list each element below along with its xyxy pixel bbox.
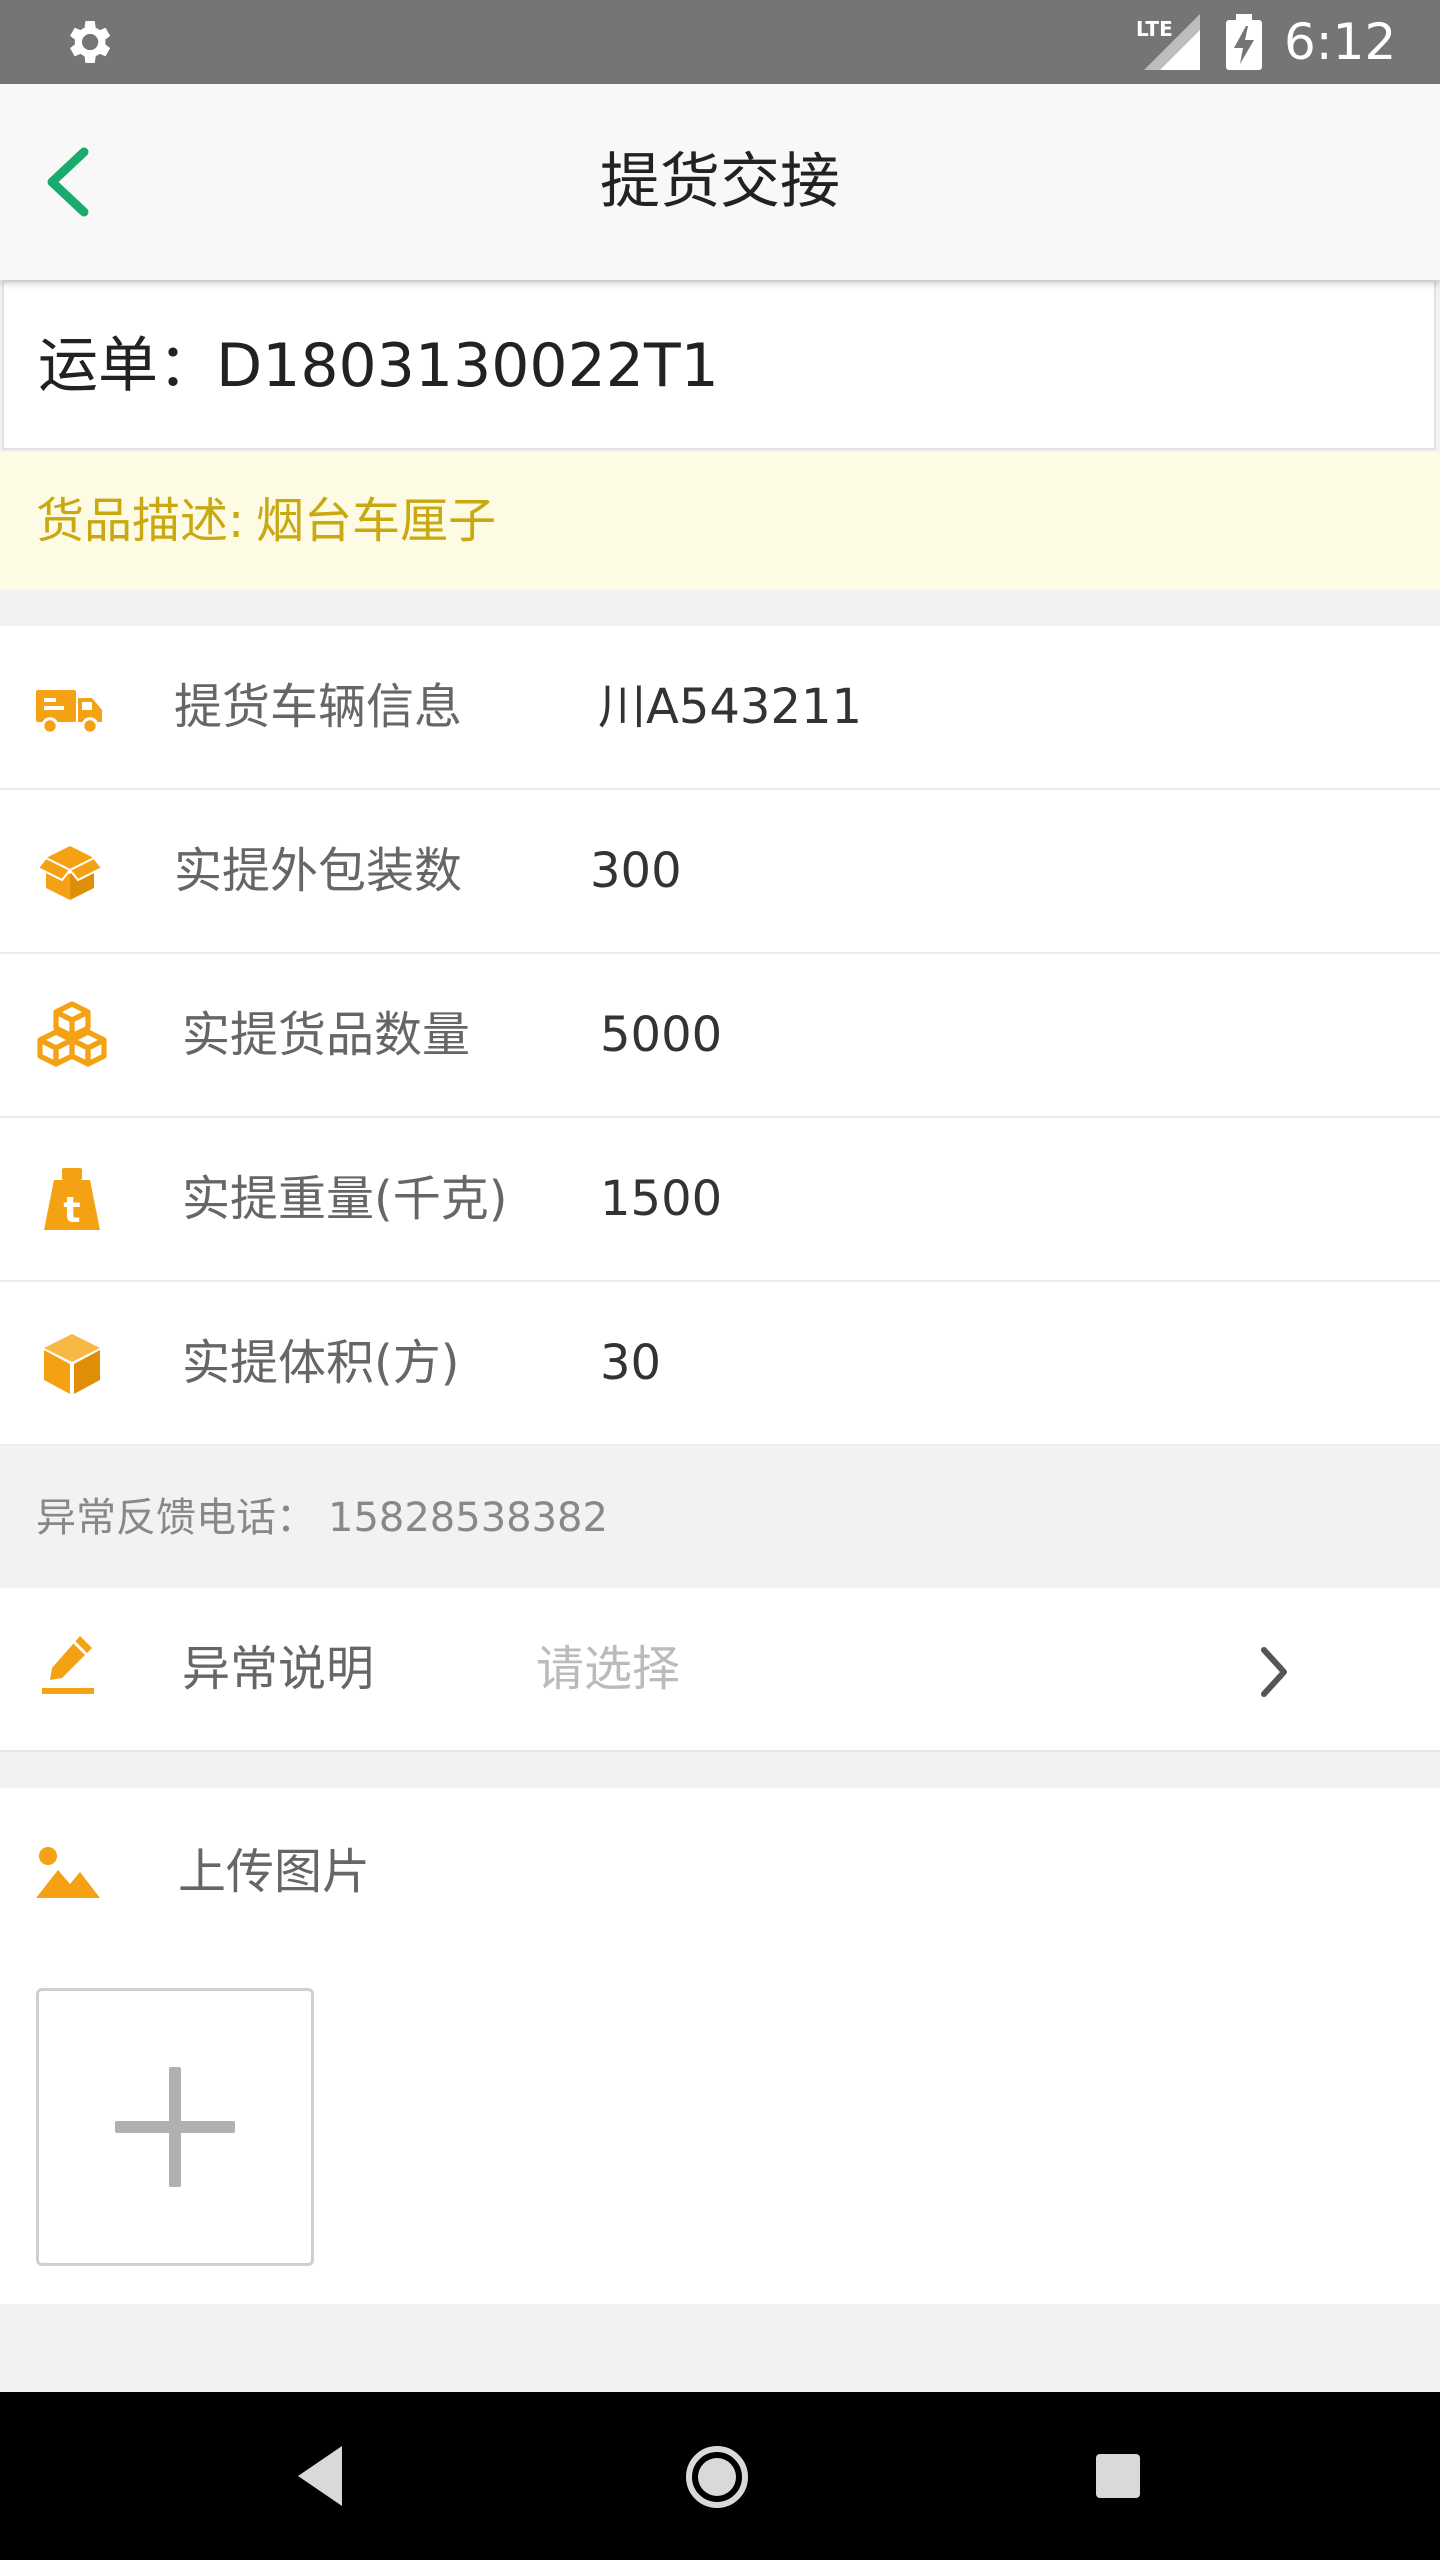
app-bar: 提货交接 xyxy=(0,84,1440,280)
goods-description-label: 货品描述: xyxy=(36,493,245,549)
system-navigation-bar xyxy=(0,2392,1440,2560)
exception-hotline: 异常反馈电话： 15828538382 xyxy=(0,1448,1440,1588)
nav-back-icon[interactable] xyxy=(298,2446,342,2506)
row-value[interactable]: 川A543211 xyxy=(598,626,862,788)
row-value[interactable]: 30 xyxy=(600,1282,661,1444)
row-label: 实提重量(千克) xyxy=(182,1171,508,1227)
lte-signal-icon: LTE xyxy=(1136,14,1200,70)
row-goods-quantity: 实提货品数量 5000 xyxy=(0,954,1440,1118)
hotline-label: 异常反馈电话： xyxy=(36,1495,316,1541)
row-value[interactable]: 5000 xyxy=(600,954,722,1116)
upload-images-section: 上传图片 xyxy=(0,1788,1440,2304)
exception-label: 异常说明 xyxy=(182,1641,375,1697)
row-weight: t 实提重量(千克) 1500 xyxy=(0,1118,1440,1282)
row-volume: 实提体积(方) 30 xyxy=(0,1282,1440,1446)
cube-icon xyxy=(44,1334,100,1394)
row-label: 实提外包装数 xyxy=(174,843,463,899)
upload-label: 上传图片 xyxy=(178,1844,371,1900)
truck-icon xyxy=(36,690,102,735)
add-image-button[interactable] xyxy=(36,1988,314,2266)
row-value[interactable]: 300 xyxy=(590,790,682,952)
image-icon xyxy=(36,1847,100,1898)
plus-icon xyxy=(115,2067,235,2187)
svg-text:t: t xyxy=(63,1190,80,1231)
chevron-right-icon xyxy=(1261,1647,1287,1697)
package-icon xyxy=(36,846,104,900)
goods-description-value: 烟台车厘子 xyxy=(256,493,497,549)
row-label: 实提货品数量 xyxy=(182,1007,471,1063)
exception-placeholder[interactable]: 请选择 xyxy=(536,1588,680,1750)
waybill-label: 运单： xyxy=(38,331,218,401)
hotline-number[interactable]: 15828538382 xyxy=(328,1448,608,1588)
svg-text:LTE: LTE xyxy=(1136,17,1173,41)
nav-recents-icon[interactable] xyxy=(1096,2454,1140,2498)
status-bar: LTE 6:12 xyxy=(0,0,1440,84)
row-vehicle-info: 提货车辆信息 川A543211 xyxy=(0,626,1440,790)
status-time: 6:12 xyxy=(1284,13,1397,71)
page-title: 提货交接 xyxy=(600,147,840,217)
row-value[interactable]: 1500 xyxy=(600,1118,722,1280)
gear-icon xyxy=(70,21,111,63)
row-outer-package-count: 实提外包装数 300 xyxy=(0,790,1440,954)
pickup-info-list: 提货车辆信息 川A543211 实提外包装数 300 实提货品数量 5000 t… xyxy=(0,626,1440,1446)
nav-home-icon[interactable] xyxy=(684,2444,750,2510)
waybill-header: 运单： D1803130022T1 xyxy=(2,282,1436,450)
pencil-icon xyxy=(42,1636,94,1694)
exception-explanation-selector[interactable]: 异常说明 请选择 xyxy=(0,1588,1440,1752)
goods-description-banner: 货品描述: 烟台车厘子 xyxy=(0,452,1440,590)
row-label: 提货车辆信息 xyxy=(174,679,463,735)
boxes-icon xyxy=(37,1001,107,1067)
weight-icon: t xyxy=(44,1168,100,1231)
waybill-number: D1803130022T1 xyxy=(216,331,719,401)
battery-charging-icon xyxy=(1226,14,1262,70)
row-label: 实提体积(方) xyxy=(182,1335,460,1391)
